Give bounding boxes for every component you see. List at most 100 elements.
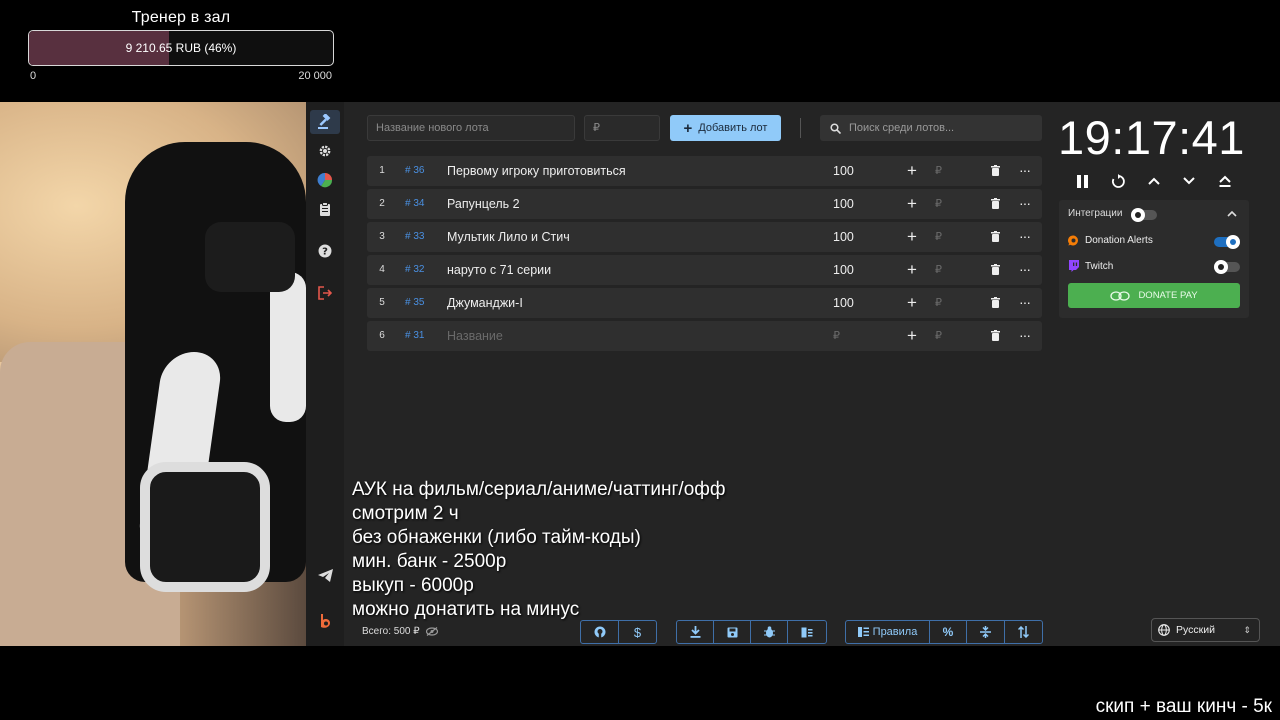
add-amount-input[interactable]: ₽ <box>935 288 942 318</box>
add-amount-button[interactable]: + <box>907 321 917 351</box>
trash-icon[interactable] <box>991 264 1000 275</box>
gear-icon[interactable] <box>310 139 340 163</box>
more-options-button[interactable]: ··· <box>1019 189 1031 217</box>
file-button-group <box>676 620 827 644</box>
lot-name[interactable]: Джуманджи-I <box>447 288 523 318</box>
add-amount-button[interactable]: + <box>907 288 917 318</box>
lot-name[interactable]: наруто с 71 серии <box>447 255 551 285</box>
lot-amount[interactable]: 100 <box>833 255 854 285</box>
trash-icon[interactable] <box>991 165 1000 176</box>
select-arrows-icon: ⇕ <box>1243 624 1251 635</box>
add-amount-input[interactable]: ₽ <box>935 189 942 219</box>
chevron-up-icon <box>1148 177 1160 185</box>
save-button[interactable] <box>714 621 751 643</box>
search-placeholder: Поиск среди лотов... <box>849 122 955 134</box>
lot-row[interactable]: 3 # 33 Мультик Лило и Стич 100 + ₽ ··· <box>367 222 1042 252</box>
bug-report-button[interactable] <box>751 621 788 643</box>
search-input[interactable]: Поиск среди лотов... <box>820 115 1042 141</box>
lot-name[interactable]: Мультик Лило и Стич <box>447 222 570 252</box>
donate-dollar-button[interactable]: $ <box>619 621 656 643</box>
pause-button[interactable] <box>1071 170 1093 192</box>
lot-amount[interactable]: 100 <box>833 222 854 252</box>
twitch-toggle[interactable] <box>1214 260 1240 274</box>
links-button-group: $ <box>580 620 657 644</box>
eye-off-icon[interactable] <box>425 627 438 636</box>
new-lot-amount-input[interactable]: ₽ <box>584 115 660 141</box>
more-options-button[interactable]: ··· <box>1019 288 1031 316</box>
add-amount-button[interactable]: + <box>907 189 917 219</box>
add-amount-input[interactable]: ₽ <box>935 321 942 351</box>
language-value: Русский <box>1176 624 1215 636</box>
add-amount-input[interactable]: ₽ <box>935 156 942 186</box>
new-lot-name-input[interactable]: Название нового лота <box>367 115 575 141</box>
chevron-down-icon <box>1183 177 1195 185</box>
lot-amount[interactable]: 100 <box>833 156 854 186</box>
more-options-button[interactable]: ··· <box>1019 156 1031 184</box>
goal-min: 0 <box>30 70 37 82</box>
donate-pay-button[interactable]: DONATE PAY <box>1068 283 1240 308</box>
split-icon <box>980 626 991 638</box>
lot-id: # 33 <box>405 231 425 242</box>
lot-row[interactable]: 2 # 34 Рапунцель 2 100 + ₽ ··· <box>367 189 1042 219</box>
reset-timer-button[interactable] <box>1107 170 1129 192</box>
webcam-chair-cushion <box>140 462 270 592</box>
archive-button[interactable] <box>788 621 826 643</box>
lot-amount[interactable]: 100 <box>833 288 854 318</box>
split-button[interactable] <box>967 621 1005 643</box>
add-amount-input[interactable]: ₽ <box>935 222 942 252</box>
brand-b-icon[interactable] <box>310 609 340 633</box>
more-options-button[interactable]: ··· <box>1019 255 1031 283</box>
overlay-line: можно донатить на минус <box>352 599 580 620</box>
telegram-icon[interactable] <box>310 563 340 587</box>
add-lot-button[interactable]: + Добавить лот <box>670 115 781 141</box>
trash-icon[interactable] <box>991 330 1000 341</box>
donate-pay-icon <box>1110 290 1131 301</box>
lot-row[interactable]: 5 # 35 Джуманджи-I 100 + ₽ ··· <box>367 288 1042 318</box>
timer-increase-button[interactable] <box>1143 170 1165 192</box>
lot-id: # 32 <box>405 264 425 275</box>
donation-goal-widget: Тренер в зал 9 210.65 RUB (46%) 0 20 000 <box>28 8 334 82</box>
integrations-toggle[interactable] <box>1131 208 1157 222</box>
lot-row[interactable]: 4 # 32 наруто с 71 серии 100 + ₽ ··· <box>367 255 1042 285</box>
download-button[interactable] <box>677 621 714 643</box>
trash-icon[interactable] <box>991 297 1000 308</box>
chevron-up-icon[interactable] <box>1227 210 1237 217</box>
trash-icon[interactable] <box>991 198 1000 209</box>
twitch-icon <box>1069 260 1079 272</box>
sidebar-auction-icon[interactable] <box>310 110 340 134</box>
add-amount-button[interactable]: + <box>907 156 917 186</box>
timer-decrease-button[interactable] <box>1178 170 1200 192</box>
clipboard-icon[interactable] <box>310 197 340 221</box>
total-sum: Всего: 500 ₽ <box>362 626 438 637</box>
restart-icon <box>1111 173 1125 188</box>
percent-button[interactable]: % <box>930 621 967 643</box>
more-options-button[interactable]: ··· <box>1019 222 1031 250</box>
lot-name[interactable]: Первому игроку приготовиться <box>447 156 626 186</box>
rules-button[interactable]: Правила <box>846 621 930 643</box>
add-amount-input[interactable]: ₽ <box>935 255 942 285</box>
more-options-button[interactable]: ··· <box>1019 321 1031 349</box>
lot-name[interactable]: Рапунцель 2 <box>447 189 520 219</box>
timer-max-button[interactable] <box>1214 170 1236 192</box>
sort-button[interactable] <box>1005 621 1042 643</box>
github-button[interactable] <box>581 621 619 643</box>
download-icon <box>690 626 700 638</box>
trash-icon[interactable] <box>991 231 1000 242</box>
donation-alerts-toggle[interactable] <box>1214 235 1240 249</box>
lot-row[interactable]: 1 # 36 Первому игроку приготовиться 100 + ₽ ··… <box>367 156 1042 186</box>
pie-chart-icon[interactable] <box>310 168 340 192</box>
lot-name[interactable]: Название <box>447 321 503 351</box>
rules-icon <box>857 627 869 637</box>
language-select[interactable]: Русский ⇕ <box>1151 618 1260 642</box>
lot-number: 4 <box>379 264 385 275</box>
add-amount-button[interactable]: + <box>907 255 917 285</box>
help-icon[interactable]: ? <box>310 239 340 263</box>
logout-icon[interactable] <box>310 281 340 305</box>
lot-id: # 31 <box>405 330 425 341</box>
lot-amount[interactable]: 100 <box>833 189 854 219</box>
stream-rules-overlay: АУК на фильм/сериал/аниме/чаттинг/офф см… <box>352 478 726 622</box>
add-amount-button[interactable]: + <box>907 222 917 252</box>
globe-icon <box>1158 624 1170 636</box>
lot-row[interactable]: 6 # 31 Название ₽ + ₽ ··· <box>367 321 1042 351</box>
lot-amount[interactable]: ₽ <box>833 321 840 351</box>
